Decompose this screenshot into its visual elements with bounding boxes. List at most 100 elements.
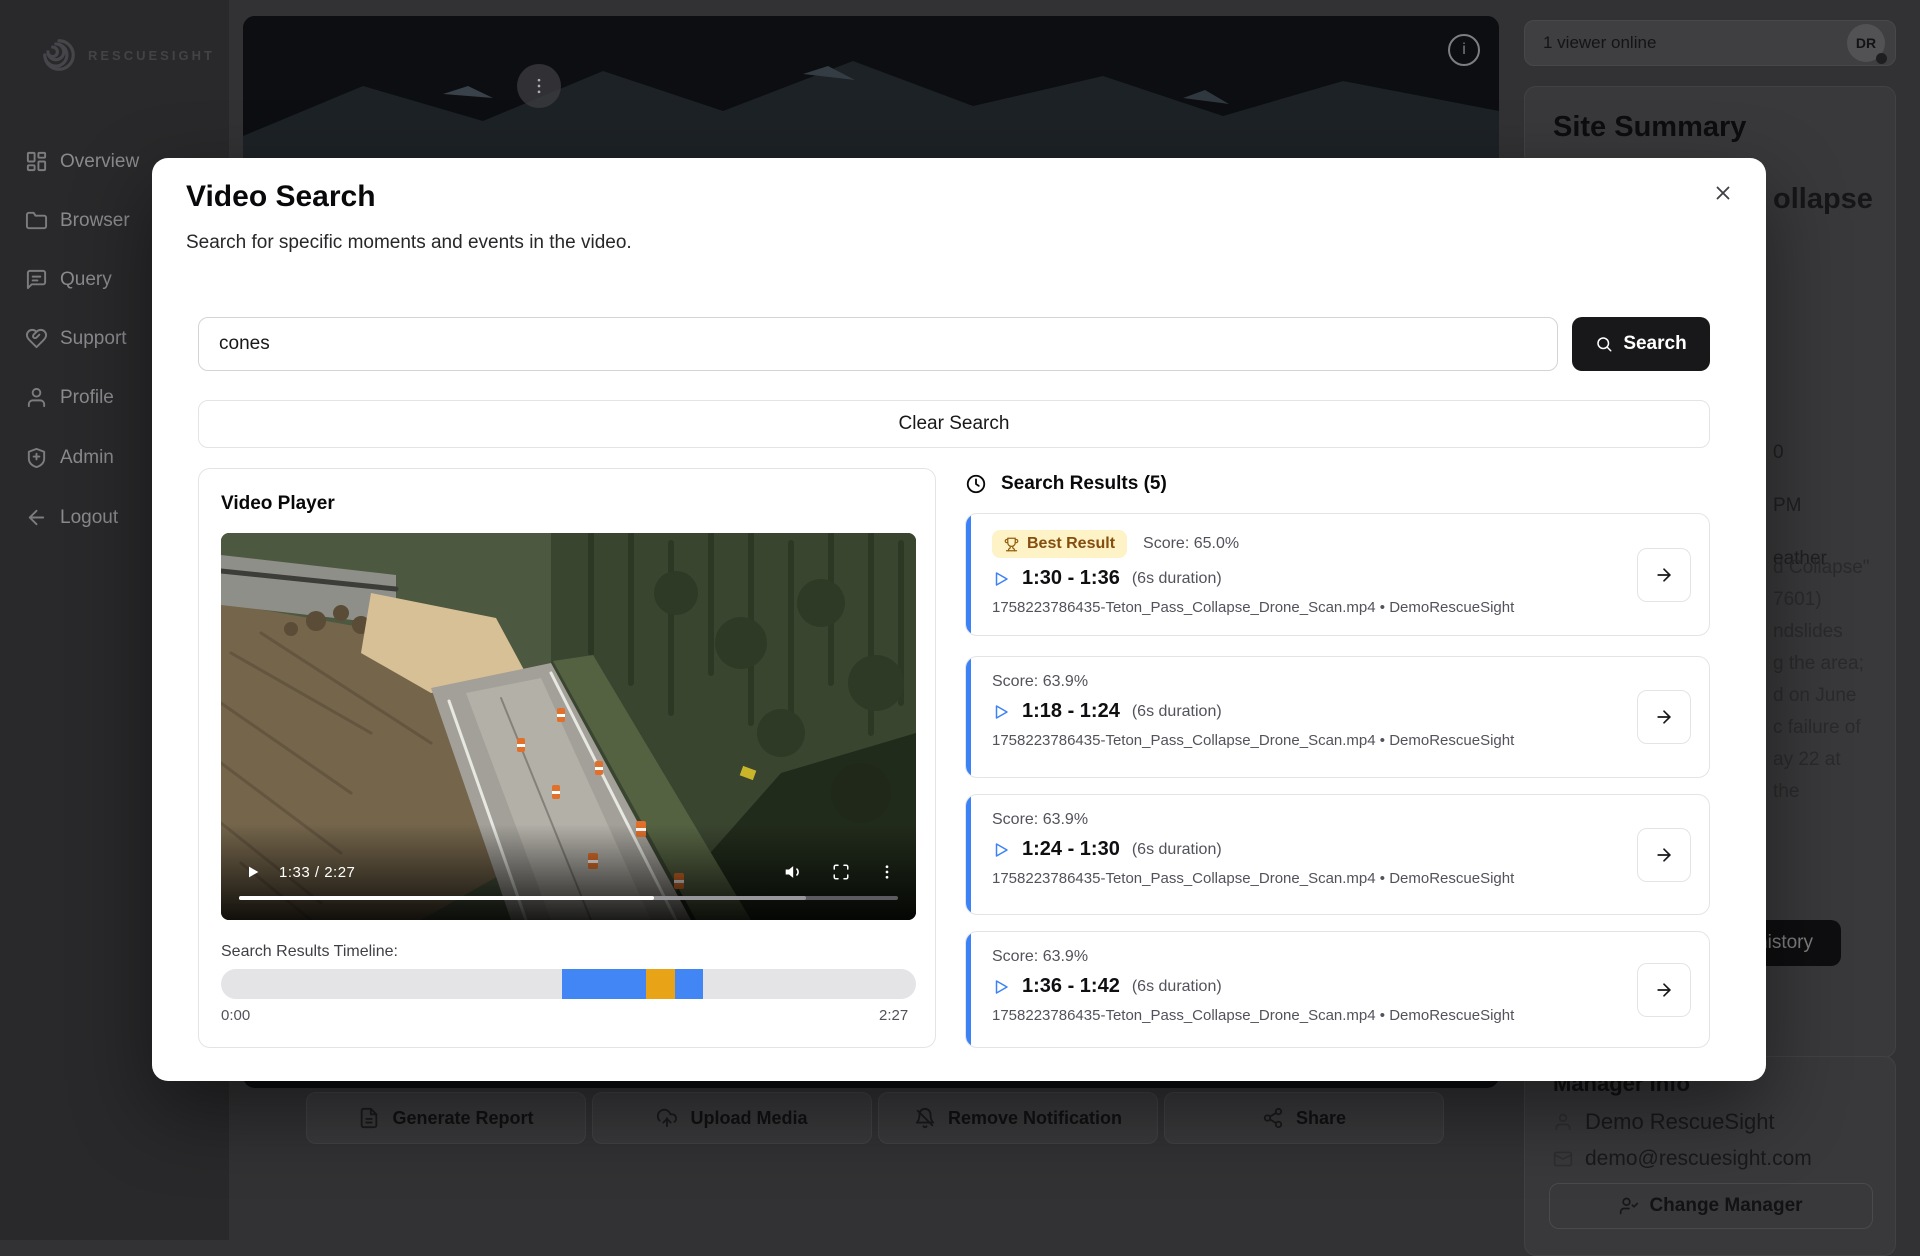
share-icon [1262, 1107, 1284, 1129]
result-source: 1758223786435-Teton_Pass_Collapse_Drone_… [992, 870, 1619, 887]
result-duration: (6s duration) [1132, 841, 1222, 859]
user-check-icon [1619, 1196, 1639, 1216]
result-source: 1758223786435-Teton_Pass_Collapse_Drone_… [992, 732, 1619, 749]
time-display: 1:33 / 2:27 [279, 864, 355, 881]
spiral-logo-icon [40, 36, 78, 74]
result-accent-bar [966, 514, 971, 635]
sidebar-item-label: Logout [60, 507, 118, 529]
more-options-icon[interactable] [878, 863, 896, 881]
sidebar-item-profile[interactable]: Profile [25, 386, 114, 409]
video-player-title: Video Player [221, 493, 335, 515]
online-status-dot [1876, 53, 1887, 64]
result-accent-bar [966, 795, 971, 914]
avatar[interactable]: DR [1847, 24, 1885, 62]
goto-result-button[interactable] [1637, 690, 1691, 744]
arrow-left-icon [25, 506, 48, 529]
user-icon [25, 386, 48, 409]
result-accent-bar [966, 932, 971, 1047]
summary-paragraph-fragment: d Collapse" [1773, 557, 1870, 579]
arrow-right-icon [1654, 565, 1674, 585]
avatar-initials: DR [1856, 35, 1876, 51]
goto-result-button[interactable] [1637, 548, 1691, 602]
play-icon[interactable] [992, 703, 1010, 721]
result-score: Score: 65.0% [1143, 535, 1239, 553]
sidebar-item-logout[interactable]: Logout [25, 506, 118, 529]
play-icon[interactable] [245, 864, 261, 880]
result-time-range: 1:18 - 1:24 [1022, 700, 1120, 723]
search-result-card[interactable]: Best Result Score: 65.0% 1:30 - 1:36 (6s… [965, 513, 1710, 636]
timeline-bar[interactable] [221, 969, 916, 999]
upload-media-button[interactable]: Upload Media [592, 1092, 872, 1144]
play-icon[interactable] [992, 570, 1010, 588]
sparkles-icon[interactable] [1841, 113, 1869, 146]
search-input[interactable] [198, 317, 1558, 371]
play-icon[interactable] [992, 841, 1010, 859]
file-text-icon [358, 1107, 380, 1129]
search-result-card[interactable]: Score: 63.9% 1:36 - 1:42 (6s duration) 1… [965, 931, 1710, 1048]
summary-paragraph-fragment: ndslides [1773, 621, 1843, 643]
close-icon[interactable] [1708, 178, 1738, 208]
summary-fragment-heading: ollapse [1773, 183, 1873, 216]
remove-notification-label: Remove Notification [948, 1108, 1122, 1129]
sidebar-item-label: Support [60, 328, 127, 350]
user-icon [1553, 1112, 1573, 1132]
sidebar-item-label: Browser [60, 210, 130, 232]
summary-paragraph-fragment: ay 22 at [1773, 749, 1841, 771]
sidebar-item-support[interactable]: Support [25, 327, 127, 350]
goto-result-button[interactable] [1637, 963, 1691, 1017]
search-button[interactable]: Search [1572, 317, 1710, 371]
goto-result-button[interactable] [1637, 828, 1691, 882]
result-time-range: 1:30 - 1:36 [1022, 567, 1120, 590]
clock-icon [965, 473, 987, 495]
change-manager-button[interactable]: Change Manager [1549, 1183, 1873, 1229]
generate-report-button[interactable]: Generate Report [306, 1092, 586, 1144]
sidebar-item-browser[interactable]: Browser [25, 209, 130, 232]
manager-name: Demo RescueSight [1585, 1109, 1775, 1135]
arrow-right-icon [1654, 845, 1674, 865]
summary-paragraph-fragment: 7601) [1773, 589, 1822, 611]
viewer-status-chip: 1 viewer online DR [1524, 20, 1896, 66]
result-score: Score: 63.9% [992, 811, 1088, 829]
play-icon[interactable] [992, 978, 1010, 996]
mail-icon [1553, 1149, 1573, 1169]
brand-name: RESCUESIGHT [88, 48, 215, 63]
manager-email: demo@rescuesight.com [1585, 1147, 1812, 1171]
search-result-card[interactable]: Score: 63.9% 1:18 - 1:24 (6s duration) 1… [965, 656, 1710, 778]
copy-icon[interactable] [1847, 1071, 1869, 1098]
result-time-range: 1:36 - 1:42 [1022, 975, 1120, 998]
clear-search-button[interactable]: Clear Search [198, 400, 1710, 448]
bell-off-icon [914, 1107, 936, 1129]
summary-fragment: PM [1773, 495, 1802, 517]
summary-paragraph-fragment: c failure of [1773, 717, 1861, 739]
volume-icon[interactable] [784, 862, 804, 882]
modal-title: Video Search [186, 180, 376, 214]
sidebar-item-overview[interactable]: Overview [25, 150, 139, 173]
search-result-card[interactable]: Score: 63.9% 1:24 - 1:30 (6s duration) 1… [965, 794, 1710, 915]
sidebar-item-admin[interactable]: Admin [25, 446, 114, 469]
arrow-right-icon [1654, 980, 1674, 1000]
fullscreen-icon[interactable] [832, 863, 850, 881]
sidebar-item-query[interactable]: Query [25, 268, 112, 291]
share-label: Share [1296, 1108, 1346, 1129]
cloud-upload-icon [656, 1107, 678, 1129]
video-progress-bar[interactable] [239, 896, 898, 900]
summary-paragraph-fragment: d on June [1773, 685, 1856, 707]
result-score: Score: 63.9% [992, 948, 1088, 966]
heart-handshake-icon [25, 327, 48, 350]
timeline-result-segment [675, 969, 703, 999]
share-button[interactable]: Share [1164, 1092, 1444, 1144]
video-info-icon[interactable]: i [1448, 34, 1480, 66]
search-button-label: Search [1623, 333, 1686, 355]
sidebar-item-label: Overview [60, 151, 139, 173]
sidebar-item-label: Admin [60, 447, 114, 469]
result-duration: (6s duration) [1132, 570, 1222, 588]
generate-report-label: Generate Report [392, 1108, 533, 1129]
timeline-result-segment [562, 969, 647, 999]
result-source: 1758223786435-Teton_Pass_Collapse_Drone_… [992, 1007, 1619, 1024]
remove-notification-button[interactable]: Remove Notification [878, 1092, 1158, 1144]
video-menu-button[interactable] [517, 64, 561, 108]
badge-label: Best Result [1027, 535, 1115, 553]
change-manager-label: Change Manager [1649, 1195, 1802, 1217]
video-frame[interactable]: 1:33 / 2:27 [221, 533, 916, 920]
result-time-range: 1:24 - 1:30 [1022, 838, 1120, 861]
